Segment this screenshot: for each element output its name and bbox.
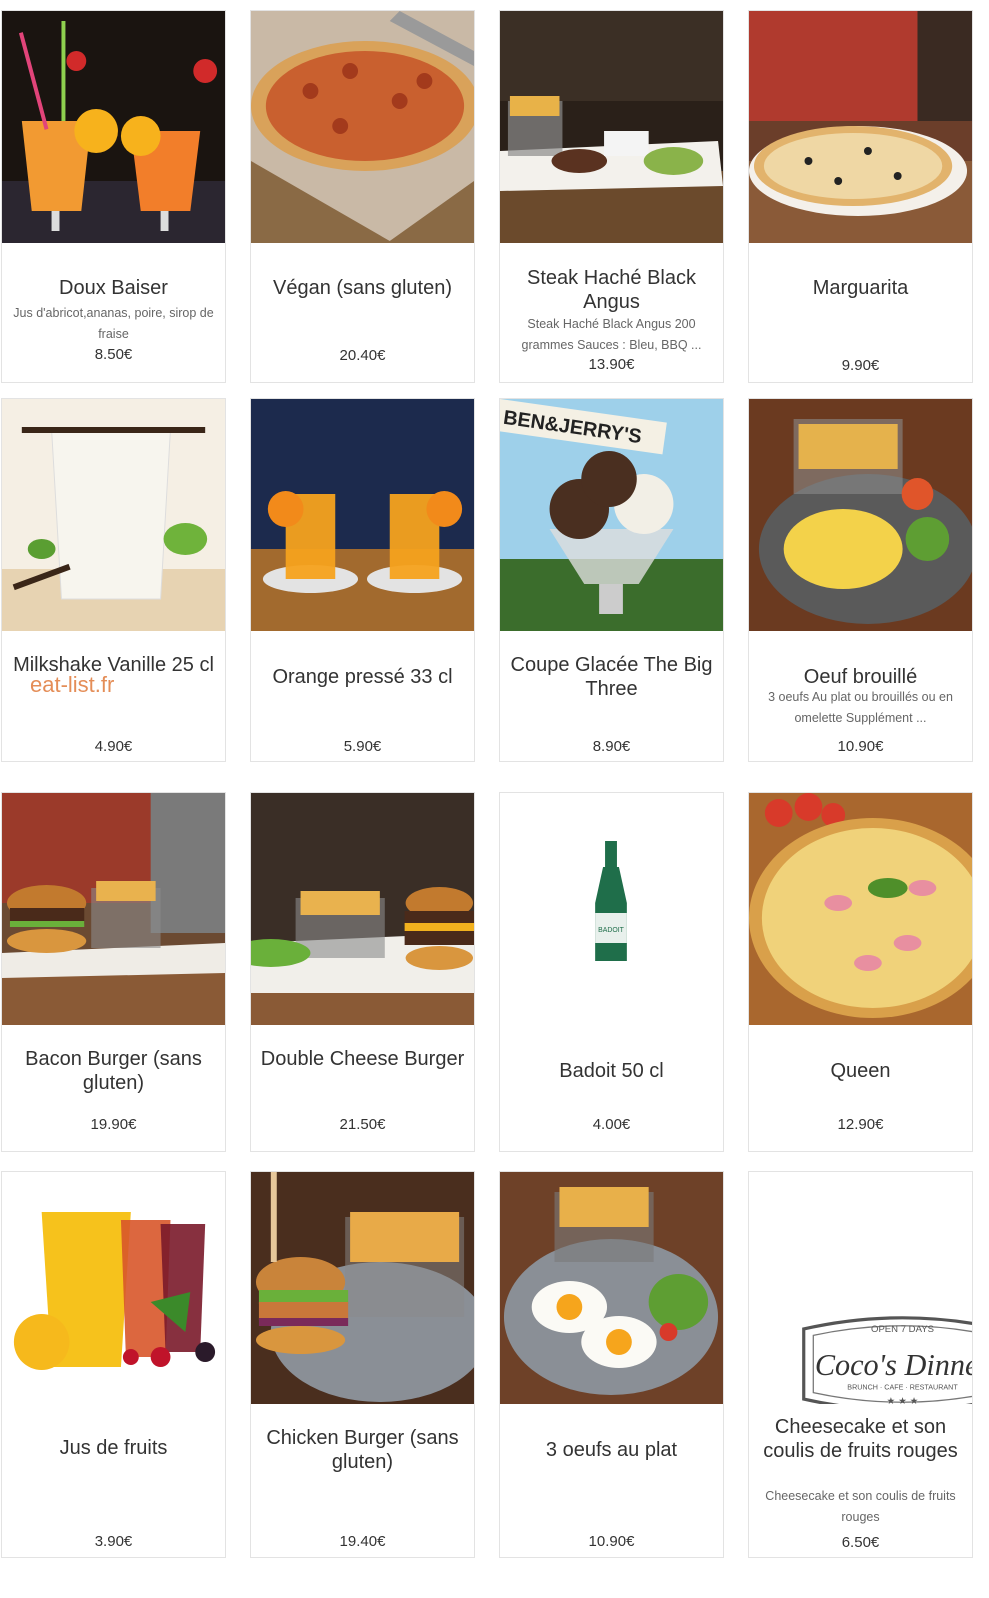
item-title: Double Cheese Burger: [260, 1048, 465, 1070]
restaurant-logo: OPEN 7 DAYS Coco's Dinner BRUNCH · CAFE …: [802, 1316, 972, 1404]
svg-text:★ ★ ★: ★ ★ ★: [887, 1396, 919, 1404]
burger-photo: [2, 793, 225, 1025]
item-title: 3 oeufs au plat: [545, 1439, 678, 1461]
item-price: 10.90€: [837, 738, 884, 755]
item-price: 8.50€: [94, 346, 133, 363]
item-title: Steak Haché Black Angus: [527, 267, 696, 313]
item-price: 4.00€: [592, 1116, 631, 1133]
item-title: Doux Baiser: [59, 277, 168, 299]
menu-card[interactable]: Oeuf brouillé 3 oeufs Au plat ou brouill…: [748, 398, 973, 762]
svg-text:Coco's Dinner: Coco's Dinner: [815, 1348, 972, 1382]
item-description: Cheesecake et son coulis de fruits rouge…: [765, 1489, 956, 1524]
menu-card[interactable]: BEN&JERRY'S Coupe Glacée The Big Three 8…: [499, 398, 724, 762]
item-title: Queen: [830, 1060, 891, 1082]
milkshake-photo: [2, 399, 225, 631]
item-description: Steak Haché Black Angus 200 grammes Sauc…: [521, 317, 702, 352]
item-price: 19.40€: [339, 1533, 386, 1550]
item-title: Cheesecake et son coulis de fruits rouge…: [763, 1416, 958, 1462]
item-title: Badoit 50 cl: [559, 1060, 664, 1082]
orange-juice-photo: [251, 399, 474, 631]
item-title: Oeuf brouillé: [803, 666, 918, 688]
svg-text:OPEN 7 DAYS: OPEN 7 DAYS: [871, 1324, 934, 1335]
water-bottle-photo: BADOIT: [500, 793, 723, 1025]
item-price: 12.90€: [837, 1116, 884, 1133]
pizza-photo: [251, 11, 474, 243]
menu-card[interactable]: Orange pressé 33 cl 5.90€: [250, 398, 475, 762]
fruit-juice-photo: [2, 1172, 225, 1404]
cocktail-photo: [2, 11, 225, 243]
menu-card[interactable]: Milkshake Vanille 25 cl 4.90€: [1, 398, 226, 762]
menu-card[interactable]: Végan (sans gluten) 20.40€: [250, 10, 475, 383]
item-title: Milkshake Vanille 25 cl: [13, 654, 214, 676]
item-price: 6.50€: [841, 1534, 880, 1551]
pizza-photo: [749, 793, 972, 1025]
menu-card[interactable]: Jus de fruits 3.90€: [1, 1171, 226, 1558]
item-price: 3.90€: [94, 1533, 133, 1550]
svg-text:BADOIT: BADOIT: [598, 927, 625, 934]
item-price: 13.90€: [588, 356, 635, 373]
menu-card[interactable]: Double Cheese Burger 21.50€: [250, 792, 475, 1152]
restaurant-logo-area: OPEN 7 DAYS Coco's Dinner BRUNCH · CAFE …: [749, 1172, 972, 1404]
fried-eggs-photo: [500, 1172, 723, 1404]
menu-card[interactable]: Marguarita 9.90€: [748, 10, 973, 383]
item-title: Jus de fruits: [59, 1437, 168, 1459]
menu-card[interactable]: OPEN 7 DAYS Coco's Dinner BRUNCH · CAFE …: [748, 1171, 973, 1558]
menu-card[interactable]: Queen 12.90€: [748, 792, 973, 1152]
chicken-burger-photo: [251, 1172, 474, 1404]
item-price: 21.50€: [339, 1116, 386, 1133]
burger-photo: [251, 793, 474, 1025]
item-title: Bacon Burger (sans gluten): [25, 1048, 202, 1094]
scrambled-eggs-photo: [749, 399, 972, 631]
menu-card[interactable]: Steak Haché Black Angus Steak Haché Blac…: [499, 10, 724, 383]
item-price: 9.90€: [841, 357, 880, 374]
item-price: 4.90€: [94, 738, 133, 755]
ice-cream-photo: BEN&JERRY'S: [500, 399, 723, 631]
item-price: 19.90€: [90, 1116, 137, 1133]
item-price: 20.40€: [339, 347, 386, 364]
menu-card[interactable]: Chicken Burger (sans gluten) 19.40€: [250, 1171, 475, 1558]
item-description: 3 oeufs Au plat ou brouillés ou en omele…: [768, 690, 953, 725]
menu-grid: Doux Baiser Jus d'abricot,ananas, poire,…: [0, 0, 989, 1598]
item-title: Végan (sans gluten): [272, 277, 452, 299]
menu-card[interactable]: BADOIT Badoit 50 cl 4.00€: [499, 792, 724, 1152]
menu-card[interactable]: 3 oeufs au plat 10.90€: [499, 1171, 724, 1558]
item-price: 10.90€: [588, 1533, 635, 1550]
item-title: Chicken Burger (sans gluten): [266, 1427, 459, 1473]
item-price: 5.90€: [343, 738, 382, 755]
item-title: Marguarita: [812, 277, 909, 299]
menu-card[interactable]: Bacon Burger (sans gluten) 19.90€: [1, 792, 226, 1152]
menu-card[interactable]: Doux Baiser Jus d'abricot,ananas, poire,…: [1, 10, 226, 383]
item-price: 8.90€: [592, 738, 631, 755]
pizza-photo: [749, 11, 972, 243]
svg-text:BRUNCH · CAFE · RESTAURANT: BRUNCH · CAFE · RESTAURANT: [847, 1383, 958, 1391]
item-title: Orange pressé 33 cl: [272, 666, 453, 688]
item-description: Jus d'abricot,ananas, poire, sirop de fr…: [13, 306, 214, 341]
steak-fries-photo: [500, 11, 723, 243]
item-title: Coupe Glacée The Big Three: [510, 654, 713, 700]
